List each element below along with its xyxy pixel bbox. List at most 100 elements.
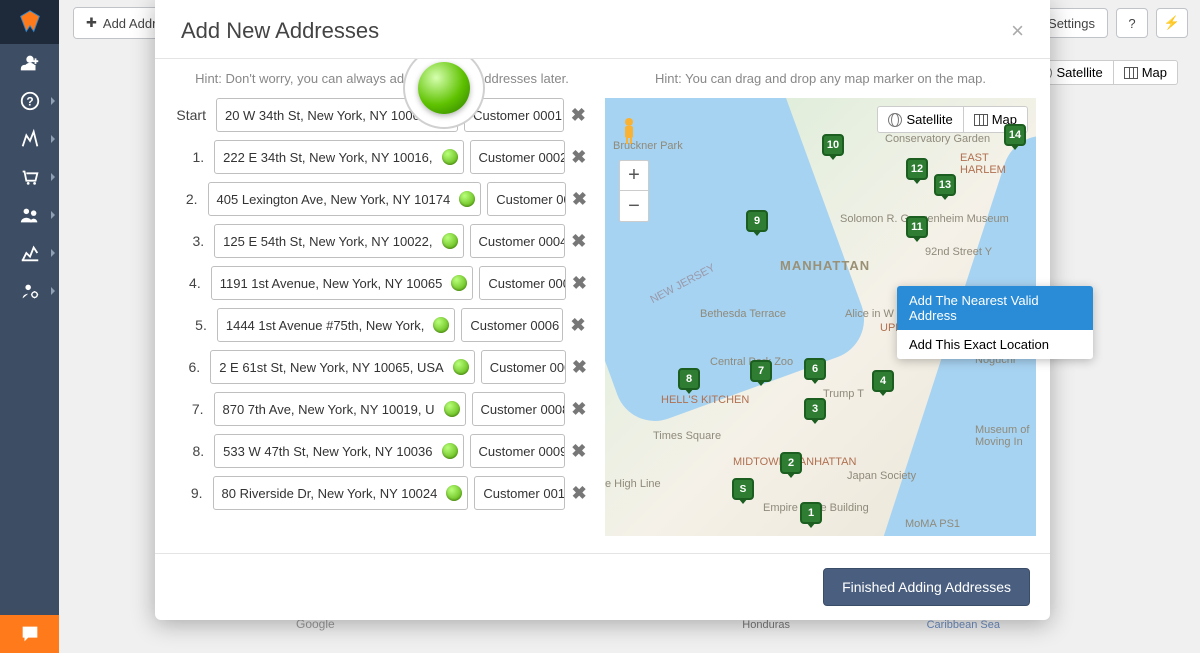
close-icon[interactable]: × xyxy=(1011,18,1024,44)
sidebar-item-add-user[interactable] xyxy=(0,44,59,82)
ctx-add-exact[interactable]: Add This Exact Location xyxy=(897,330,1093,359)
customer-input[interactable]: Customer 0008 xyxy=(472,392,565,426)
zoom-control: + − xyxy=(619,160,649,222)
plus-icon: ✚ xyxy=(86,15,97,31)
customer-input[interactable]: Customer 0003 xyxy=(487,182,566,216)
satellite-button[interactable]: Satellite xyxy=(878,107,963,132)
map-marker[interactable]: 9 xyxy=(746,210,768,236)
address-input[interactable]: 125 E 54th St, New York, NY 10022, xyxy=(214,224,463,258)
map-marker[interactable]: 4 xyxy=(872,370,894,396)
delete-row-icon[interactable]: ✖ xyxy=(570,105,587,126)
address-row: 9.80 Riverside Dr, New York, NY 10024Cus… xyxy=(173,476,587,510)
validation-dot-icon xyxy=(446,485,462,501)
row-number: 5. xyxy=(173,317,211,333)
customer-input[interactable]: Customer 0002 xyxy=(470,140,565,174)
sidebar-item-routes[interactable] xyxy=(0,120,59,158)
row-number: 4. xyxy=(173,275,205,291)
validation-dot-icon xyxy=(442,233,458,249)
map-icon xyxy=(1124,67,1138,79)
address-input[interactable]: 1444 1st Avenue #75th, New York, xyxy=(217,308,456,342)
address-input[interactable]: 222 E 34th St, New York, NY 10016, xyxy=(214,140,463,174)
finished-button[interactable]: Finished Adding Addresses xyxy=(823,568,1030,606)
delete-row-icon[interactable]: ✖ xyxy=(571,147,588,168)
modal-title: Add New Addresses xyxy=(181,18,379,44)
customer-input[interactable]: Customer 0009 xyxy=(470,434,565,468)
delete-row-icon[interactable]: ✖ xyxy=(571,483,587,504)
delete-row-icon[interactable]: ✖ xyxy=(569,315,587,336)
sidebar-item-analytics[interactable] xyxy=(0,234,59,272)
delete-row-icon[interactable]: ✖ xyxy=(572,189,587,210)
svg-text:?: ? xyxy=(26,95,33,109)
validation-dot-icon xyxy=(442,149,458,165)
map-marker[interactable]: 2 xyxy=(780,452,802,478)
address-rows[interactable]: Start20 W 34th St, New York, NY 10001Cus… xyxy=(173,98,591,536)
validation-dot-icon xyxy=(444,401,460,417)
address-row: 7. 870 7th Ave, New York, NY 10019, UCust… xyxy=(173,392,587,426)
map-marker[interactable]: 1 xyxy=(800,502,822,528)
delete-row-icon[interactable]: ✖ xyxy=(571,231,588,252)
row-number: 3. xyxy=(173,233,208,249)
help-button[interactable]: ? xyxy=(1116,8,1148,38)
row-number: Start xyxy=(173,107,210,123)
address-input[interactable]: 533 W 47th St, New York, NY 10036 xyxy=(214,434,463,468)
sidebar-item-cart[interactable] xyxy=(0,158,59,196)
address-row: Start20 W 34th St, New York, NY 10001Cus… xyxy=(173,98,587,132)
customer-input[interactable]: Customer 0006 xyxy=(461,308,563,342)
customer-input[interactable]: Customer 0007 xyxy=(481,350,566,384)
map-marker[interactable]: S xyxy=(732,478,754,504)
map-marker[interactable]: 11 xyxy=(906,216,928,242)
validation-dot-icon xyxy=(442,443,458,459)
customer-input[interactable]: Customer 0004 xyxy=(470,224,565,258)
address-row: 4. 1191 1st Avenue, New York, NY 10065Cus… xyxy=(173,266,587,300)
map-icon xyxy=(974,114,988,126)
address-input[interactable]: 2 E 61st St, New York, NY 10065, USA xyxy=(210,350,475,384)
zoom-out-button[interactable]: − xyxy=(620,191,648,221)
address-input[interactable]: 405 Lexington Ave, New York, NY 10174 xyxy=(208,182,482,216)
sidebar-item-team[interactable] xyxy=(0,196,59,234)
delete-row-icon[interactable]: ✖ xyxy=(572,273,587,294)
validation-dot-icon xyxy=(459,191,475,207)
bolt-button[interactable]: ⚡ xyxy=(1156,8,1188,38)
address-input[interactable]: 870 7th Ave, New York, NY 10019, U xyxy=(214,392,466,426)
map-marker[interactable]: 3 xyxy=(804,398,826,424)
address-input[interactable]: 1191 1st Avenue, New York, NY 10065 xyxy=(211,266,474,300)
bg-sea-label: Caribbean Sea xyxy=(927,619,1000,631)
app-logo[interactable] xyxy=(0,0,59,44)
address-input[interactable]: 80 Riverside Dr, New York, NY 10024 xyxy=(213,476,469,510)
map-marker[interactable]: 6 xyxy=(804,358,826,384)
row-number: 7. xyxy=(173,401,208,417)
map-marker[interactable]: 12 xyxy=(906,158,928,184)
map-marker[interactable]: 13 xyxy=(934,174,956,200)
map-marker[interactable]: 14 xyxy=(1004,124,1026,150)
row-number: 1. xyxy=(173,149,208,165)
address-row: 6. 2 E 61st St, New York, NY 10065, USACu… xyxy=(173,350,587,384)
chat-button[interactable] xyxy=(0,615,59,653)
customer-input[interactable]: Customer 0010 xyxy=(474,476,565,510)
left-sidebar: ? xyxy=(0,0,59,653)
address-row: 5. 1444 1st Avenue #75th, New York,Custom… xyxy=(173,308,587,342)
address-row: 3. 125 E 54th St, New York, NY 10022,Cust… xyxy=(173,224,587,258)
zoom-in-button[interactable]: + xyxy=(620,161,648,191)
bg-honduras-label: Honduras xyxy=(742,619,790,631)
delete-row-icon[interactable]: ✖ xyxy=(571,399,587,420)
pegman-icon[interactable] xyxy=(619,116,639,146)
bg-map-toggle[interactable]: Satellite Map xyxy=(1027,60,1178,85)
map-marker[interactable]: 8 xyxy=(678,368,700,394)
row-number: 8. xyxy=(173,443,208,459)
globe-icon xyxy=(888,113,902,127)
row-number: 6. xyxy=(173,359,204,375)
sidebar-item-user-settings[interactable] xyxy=(0,272,59,310)
delete-row-icon[interactable]: ✖ xyxy=(572,357,587,378)
hint-right: Hint: You can drag and drop any map mark… xyxy=(605,71,1036,86)
ctx-add-nearest[interactable]: Add The Nearest Valid Address xyxy=(897,286,1093,330)
address-row: 2. 405 Lexington Ave, New York, NY 10174C… xyxy=(173,182,587,216)
map-marker[interactable]: 7 xyxy=(750,360,772,386)
delete-row-icon[interactable]: ✖ xyxy=(571,441,588,462)
address-row: 8. 533 W 47th St, New York, NY 10036Custo… xyxy=(173,434,587,468)
map-marker[interactable]: 10 xyxy=(822,134,844,160)
customer-input[interactable]: Customer 0005 xyxy=(479,266,566,300)
row-number: 2. xyxy=(173,191,202,207)
address-row: 1. 222 E 34th St, New York, NY 10016,Cust… xyxy=(173,140,587,174)
sidebar-item-help[interactable]: ? xyxy=(0,82,59,120)
validation-dot-icon xyxy=(453,359,469,375)
